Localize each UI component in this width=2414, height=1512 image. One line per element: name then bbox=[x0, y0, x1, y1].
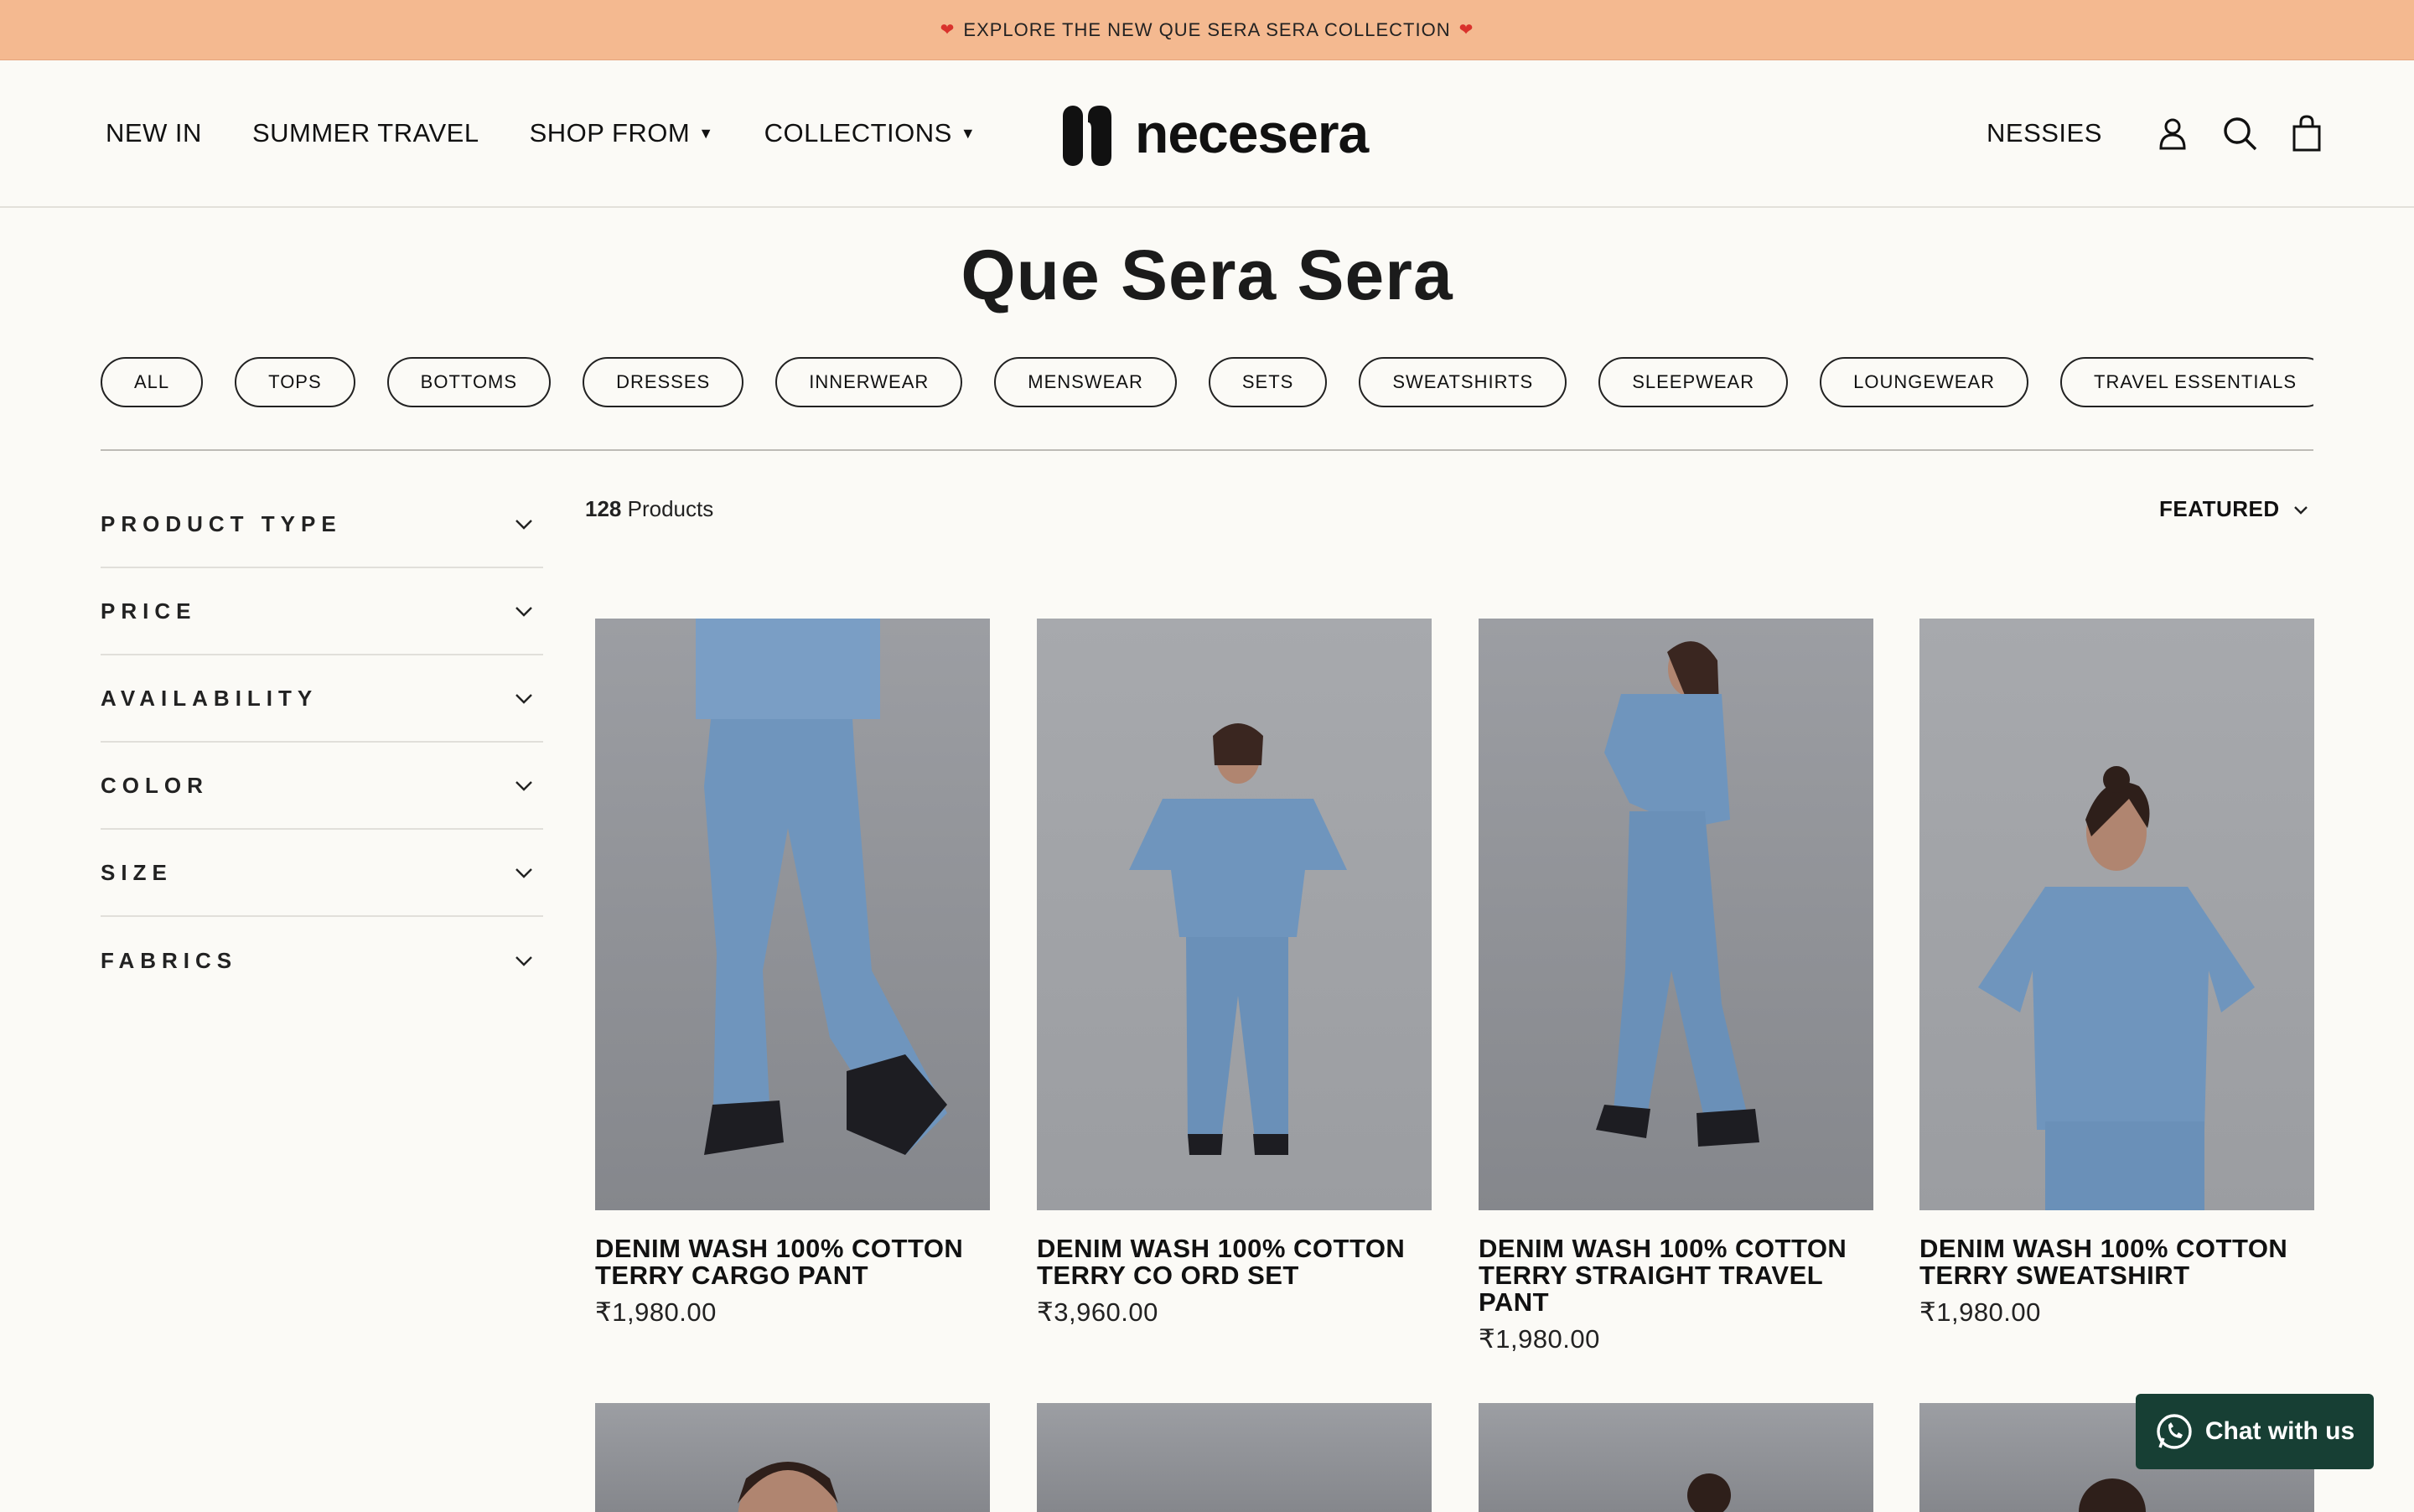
product-card[interactable]: DENIM WASH 100% COTTON TERRY SWEATSHIRT … bbox=[1919, 619, 2314, 1328]
header-actions bbox=[2154, 60, 2325, 206]
product-image[interactable] bbox=[595, 619, 990, 1210]
product-image[interactable] bbox=[1919, 619, 2314, 1210]
product-count: 128 Products bbox=[585, 496, 713, 522]
product-name[interactable]: DENIM WASH 100% COTTON TERRY STRAIGHT TR… bbox=[1479, 1235, 1873, 1316]
product-price: ₹1,980.00 bbox=[595, 1297, 717, 1327]
product-image[interactable] bbox=[1479, 619, 1873, 1210]
category-pill-travel-essentials[interactable]: TRAVEL ESSENTIALS bbox=[2060, 357, 2313, 407]
category-pills: ALL TOPS BOTTOMS DRESSES INNERWEAR MENSW… bbox=[101, 357, 2313, 411]
cart-icon[interactable] bbox=[2288, 115, 2325, 152]
category-pill-innerwear[interactable]: INNERWEAR bbox=[775, 357, 963, 407]
nav-shop-from[interactable]: SHOP FROM ▼ bbox=[530, 118, 714, 148]
heart-icon: ❤ bbox=[940, 21, 956, 39]
nav-summer-travel[interactable]: SUMMER TRAVEL bbox=[252, 118, 479, 148]
product-card[interactable] bbox=[595, 1403, 990, 1512]
filter-product-type[interactable]: PRODUCT TYPE bbox=[101, 481, 543, 568]
nav-new-in[interactable]: NEW IN bbox=[106, 118, 202, 148]
heart-icon: ❤ bbox=[1458, 21, 1474, 39]
product-card[interactable]: DENIM WASH 100% COTTON TERRY STRAIGHT TR… bbox=[1479, 619, 1873, 1354]
product-name[interactable]: DENIM WASH 100% COTTON TERRY CARGO PANT bbox=[595, 1235, 990, 1289]
announcement-text: EXPLORE THE NEW QUE SERA SERA COLLECTION bbox=[963, 18, 1451, 40]
search-icon[interactable] bbox=[2221, 115, 2258, 152]
category-pill-sets[interactable]: SETS bbox=[1208, 357, 1328, 407]
chevron-down-icon bbox=[515, 607, 532, 617]
caret-down-icon: ▼ bbox=[960, 124, 976, 142]
product-card[interactable]: DENIM WASH 100% COTTON TERRY CO ORD SET … bbox=[1037, 619, 1432, 1328]
main-nav: NEW IN SUMMER TRAVEL SHOP FROM ▼ COLLECTI… bbox=[106, 60, 976, 206]
product-name[interactable]: DENIM WASH 100% COTTON TERRY CO ORD SET bbox=[1037, 1235, 1432, 1289]
chevron-down-icon bbox=[515, 781, 532, 791]
logo-mark-icon bbox=[1063, 106, 1111, 166]
product-image[interactable] bbox=[1037, 619, 1432, 1210]
category-pill-all[interactable]: ALL bbox=[101, 357, 204, 407]
whatsapp-icon bbox=[2157, 1414, 2192, 1449]
filter-size[interactable]: SIZE bbox=[101, 830, 543, 917]
nav-collections[interactable]: COLLECTIONS ▼ bbox=[764, 118, 976, 148]
product-name[interactable]: DENIM WASH 100% COTTON TERRY SWEATSHIRT bbox=[1919, 1235, 2314, 1289]
category-pill-loungewear[interactable]: LOUNGEWEAR bbox=[1820, 357, 2029, 407]
category-pill-sweatshirts[interactable]: SWEATSHIRTS bbox=[1359, 357, 1567, 407]
product-card[interactable] bbox=[1479, 1403, 1873, 1512]
product-card[interactable]: DENIM WASH 100% COTTON TERRY CARGO PANT … bbox=[595, 619, 990, 1328]
divider bbox=[101, 449, 2313, 451]
product-price: ₹1,980.00 bbox=[1479, 1324, 1600, 1354]
product-image[interactable] bbox=[595, 1403, 990, 1512]
filter-availability[interactable]: AVAILABILITY bbox=[101, 655, 543, 743]
chat-label: Chat with us bbox=[2204, 1417, 2355, 1445]
category-pill-tops[interactable]: TOPS bbox=[235, 357, 355, 407]
page-title: Que Sera Sera bbox=[961, 236, 1453, 314]
caret-down-icon: ▼ bbox=[698, 124, 714, 142]
brand-name: necesera bbox=[1135, 102, 1369, 164]
account-icon[interactable] bbox=[2154, 115, 2191, 152]
product-count-number: 128 bbox=[585, 496, 622, 521]
chevron-down-icon bbox=[515, 956, 532, 966]
chevron-down-icon bbox=[515, 868, 532, 878]
sort-label: FEATURED bbox=[2159, 496, 2280, 521]
product-price: ₹3,960.00 bbox=[1037, 1297, 1158, 1327]
nav-nessies[interactable]: NESSIES bbox=[1987, 60, 2102, 206]
category-pill-bottoms[interactable]: BOTTOMS bbox=[386, 357, 552, 407]
product-image[interactable] bbox=[1037, 1403, 1432, 1512]
site-header: NEW IN SUMMER TRAVEL SHOP FROM ▼ COLLECTI… bbox=[0, 60, 2414, 208]
category-pill-sleepwear[interactable]: SLEEPWEAR bbox=[1598, 357, 1789, 407]
filter-price[interactable]: PRICE bbox=[101, 568, 543, 655]
brand-logo[interactable]: necesera bbox=[1063, 99, 1369, 168]
product-card[interactable] bbox=[1037, 1403, 1432, 1512]
filter-fabrics[interactable]: FABRICS bbox=[101, 917, 543, 1004]
filter-color[interactable]: COLOR bbox=[101, 743, 543, 830]
chat-with-us-button[interactable]: Chat with us bbox=[2136, 1394, 2374, 1469]
chevron-down-icon bbox=[2293, 505, 2308, 515]
product-count-label: Products bbox=[627, 496, 714, 521]
product-price: ₹1,980.00 bbox=[1919, 1297, 2041, 1327]
chevron-down-icon bbox=[515, 694, 532, 704]
announcement-bar[interactable]: ❤ EXPLORE THE NEW QUE SERA SERA COLLECTI… bbox=[0, 0, 2414, 60]
product-image[interactable] bbox=[1479, 1403, 1873, 1512]
chevron-down-icon bbox=[515, 520, 532, 530]
category-pill-menswear[interactable]: MENSWEAR bbox=[994, 357, 1177, 407]
category-pill-dresses[interactable]: DRESSES bbox=[583, 357, 744, 407]
filter-sidebar: PRODUCT TYPE PRICE AVAILABILITY COLOR SI… bbox=[101, 481, 543, 1004]
sort-dropdown[interactable]: FEATURED bbox=[2159, 496, 2310, 522]
